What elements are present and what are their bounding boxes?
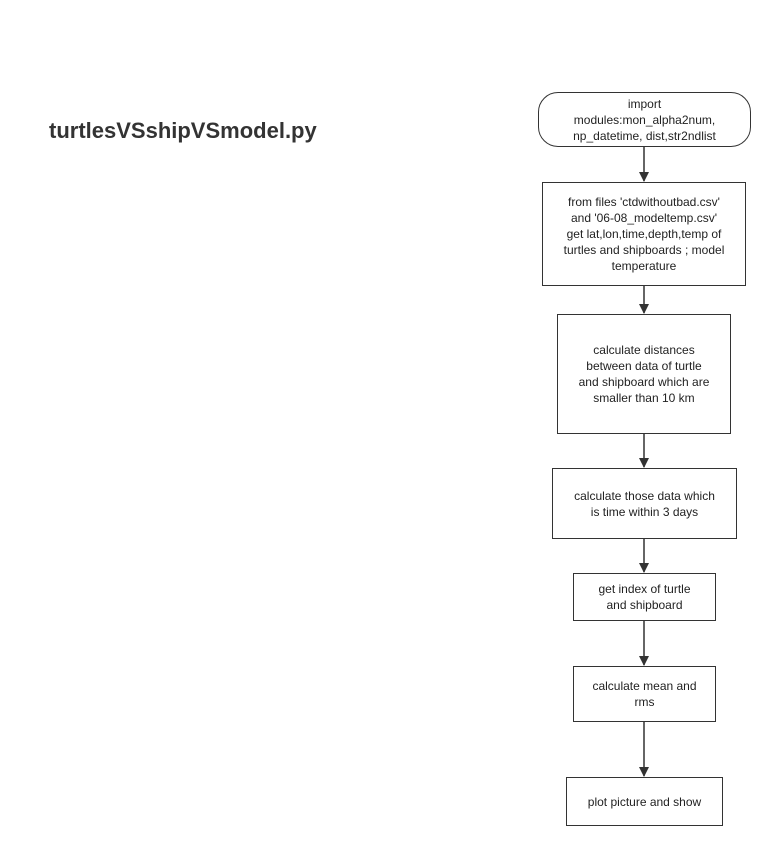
node-calculate-mean-label: calculate mean and rms [592,679,697,709]
node-calculate-time: calculate those data which is time withi… [552,468,737,539]
node-get-index: get index of turtle and shipboard [573,573,716,621]
node-get-index-label: get index of turtle and shipboard [598,582,691,612]
node-calculate-time-label: calculate those data which is time withi… [574,488,715,519]
node-calculate-distances-label: calculate distances between data of turt… [578,343,710,405]
node-import-modules-label: import modules:mon_alpha2num, np_datetim… [573,96,716,143]
node-calculate-distances: calculate distances between data of turt… [557,314,731,434]
node-import-modules: import modules:mon_alpha2num, np_datetim… [538,92,751,147]
node-read-files: from files 'ctdwithoutbad.csv' and '06-0… [542,182,746,286]
node-read-files-label: from files 'ctdwithoutbad.csv' and '06-0… [563,195,725,273]
node-plot-picture: plot picture and show [566,777,723,826]
node-plot-picture-label: plot picture and show [587,794,702,809]
node-calculate-mean: calculate mean and rms [573,666,716,722]
